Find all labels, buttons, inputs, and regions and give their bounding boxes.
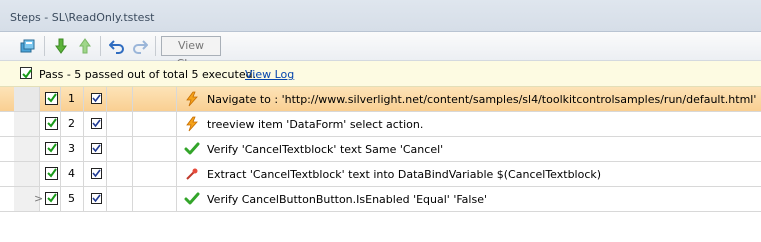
- options-cell[interactable]: [133, 162, 177, 186]
- enabled-cell: [84, 187, 107, 211]
- toolbar: View Class: [0, 32, 761, 70]
- enabled-cell: [84, 87, 107, 111]
- passed-check-icon: [45, 117, 58, 130]
- undo-icon[interactable]: [106, 35, 128, 57]
- enabled-checkbox[interactable]: [91, 193, 102, 204]
- pass-cell: [40, 87, 61, 111]
- row-header[interactable]: [14, 87, 40, 111]
- step-library-icon[interactable]: [17, 35, 39, 57]
- step-number: 5: [68, 192, 75, 205]
- enabled-checkbox[interactable]: [91, 143, 102, 154]
- step-number-cell: 1: [61, 87, 84, 111]
- step-number: 2: [68, 117, 75, 130]
- steps-grid: 1 Navigate to : 'http://www.silverlight.n…: [0, 87, 761, 212]
- lightning-icon: [184, 116, 200, 132]
- enabled-cell: [84, 137, 107, 161]
- step-number-cell: 2: [61, 112, 84, 136]
- breakpoint-cell[interactable]: [107, 187, 133, 211]
- passed-check-icon: [45, 167, 58, 180]
- step-description[interactable]: Extract 'CancelTextblock' text into Data…: [207, 168, 601, 181]
- row-header[interactable]: [14, 112, 40, 136]
- table-row[interactable]: 2 treeview item 'DataForm' select action.: [0, 112, 761, 137]
- enabled-cell: [84, 162, 107, 186]
- step-number-cell: 5: [61, 187, 84, 211]
- pass-cell: [40, 112, 61, 136]
- enabled-checkbox[interactable]: [91, 118, 102, 129]
- verify-check-icon: [184, 141, 200, 157]
- enabled-checkbox[interactable]: [91, 93, 102, 104]
- passed-check-icon: [45, 142, 58, 155]
- step-number: 1: [68, 92, 75, 105]
- breakpoint-cell[interactable]: [107, 87, 133, 111]
- options-cell[interactable]: [133, 112, 177, 136]
- breakpoint-cell[interactable]: [107, 137, 133, 161]
- options-cell[interactable]: [133, 187, 177, 211]
- table-row[interactable]: 3 Verify 'CancelTextblock' text Same 'Can…: [0, 137, 761, 162]
- step-number-cell: 3: [61, 137, 84, 161]
- enabled-checkbox[interactable]: [91, 168, 102, 179]
- view-log-link[interactable]: View Log: [245, 68, 294, 81]
- options-cell[interactable]: [133, 137, 177, 161]
- table-row[interactable]: 1 Navigate to : 'http://www.silverlight.n…: [0, 87, 761, 112]
- step-number: 3: [68, 142, 75, 155]
- pass-check-icon: [20, 67, 32, 79]
- breakpoint-cell[interactable]: [107, 162, 133, 186]
- window-title: Steps - SL\ReadOnly.tstest: [10, 11, 155, 24]
- extract-pin-icon: [184, 166, 200, 182]
- row-header[interactable]: [14, 137, 40, 161]
- toolbar-separator: [155, 36, 156, 56]
- table-row[interactable]: >5 Verify CancelButtonButton.IsEnabled 'E…: [0, 187, 761, 212]
- pass-cell: [40, 137, 61, 161]
- move-up-icon[interactable]: [74, 35, 96, 57]
- step-description[interactable]: treeview item 'DataForm' select action.: [207, 118, 423, 131]
- breakpoint-cell[interactable]: [107, 112, 133, 136]
- step-description[interactable]: Verify 'CancelTextblock' text Same 'Canc…: [207, 143, 443, 156]
- step-number: 4: [68, 167, 75, 180]
- status-text: Pass - 5 passed out of total 5 executed.: [39, 68, 257, 81]
- passed-check-icon: [45, 192, 58, 205]
- step-description[interactable]: Navigate to : 'http://www.silverlight.ne…: [207, 93, 756, 106]
- redo-icon[interactable]: [129, 35, 151, 57]
- table-row[interactable]: 4 Extract 'CancelTextblock' text into Dat…: [0, 162, 761, 187]
- toolbar-separator: [100, 36, 101, 56]
- step-description[interactable]: Verify CancelButtonButton.IsEnabled 'Equ…: [207, 193, 487, 206]
- row-header[interactable]: >: [14, 187, 43, 211]
- view-class-button[interactable]: View Class: [161, 36, 221, 70]
- enabled-cell: [84, 112, 107, 136]
- status-bar: Pass - 5 passed out of total 5 executed.…: [0, 61, 761, 87]
- passed-check-icon: [45, 92, 58, 105]
- lightning-icon: [184, 91, 200, 107]
- options-cell[interactable]: [133, 87, 177, 111]
- step-number-cell: 4: [61, 162, 84, 186]
- move-down-icon[interactable]: [50, 35, 72, 57]
- title-bar: Steps - SL\ReadOnly.tstest: [0, 0, 761, 32]
- pass-cell: [40, 162, 61, 186]
- row-header[interactable]: [14, 162, 40, 186]
- pass-cell: [40, 187, 61, 211]
- verify-check-icon: [184, 191, 200, 207]
- toolbar-separator: [44, 36, 45, 56]
